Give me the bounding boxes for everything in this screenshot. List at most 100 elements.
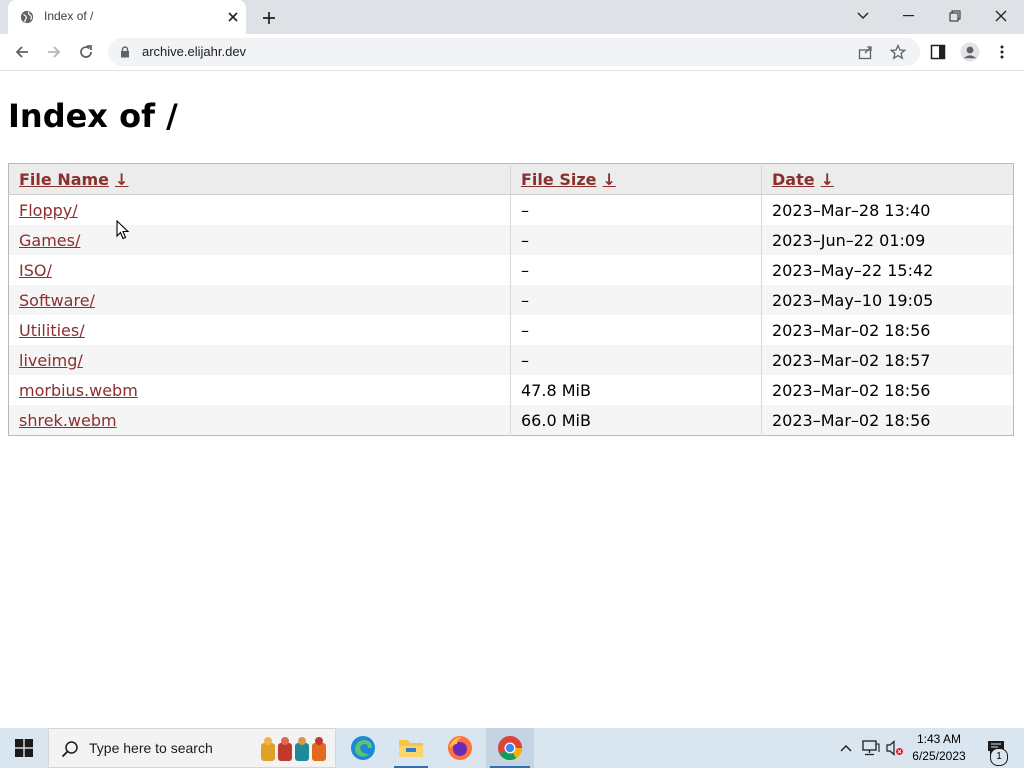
column-date-label: Date [772, 169, 815, 189]
edge-icon [351, 736, 375, 760]
mouse-cursor-icon [116, 220, 130, 240]
file-date: 2023–Mar–02 18:56 [761, 405, 1014, 436]
avatar-icon [960, 42, 980, 62]
share-button[interactable] [856, 42, 876, 62]
globe-icon [20, 10, 34, 24]
taskbar-clock[interactable]: 1:43 AM 6/25/2023 [906, 731, 972, 765]
minimize-button[interactable] [886, 0, 932, 32]
page-title: Index of / [8, 97, 178, 135]
restore-button[interactable] [932, 0, 978, 32]
search-icon [61, 741, 78, 758]
table-row: Software/ – 2023–May–10 19:05 [8, 285, 1014, 315]
taskbar-edge[interactable] [340, 728, 386, 768]
file-date: 2023–Mar–02 18:57 [761, 345, 1014, 375]
sort-by-size-link[interactable]: File Size ↓ [521, 170, 616, 189]
sort-arrow-icon: ↓ [602, 169, 616, 189]
minimize-icon [903, 15, 914, 17]
show-hidden-icons-button[interactable] [836, 728, 856, 768]
taskbar-search-box[interactable]: Type here to search [48, 728, 336, 768]
file-link[interactable]: morbius.webm [19, 381, 138, 400]
table-row: ISO/ – 2023–May–22 15:42 [9, 255, 1014, 285]
file-date: 2023–Jun–22 01:09 [761, 225, 1014, 255]
volume-muted-icon [886, 740, 903, 756]
side-panel-button[interactable] [926, 40, 950, 64]
column-name-label: File Name [19, 169, 110, 189]
file-date: 2023–May–22 15:42 [761, 255, 1014, 285]
column-header-size: File Size ↓ [510, 163, 762, 195]
file-link[interactable]: liveimg/ [19, 351, 83, 370]
taskbar-file-explorer[interactable] [388, 728, 434, 768]
table-row: shrek.webm 66.0 MiB 2023–Mar–02 18:56 [8, 405, 1014, 436]
restore-icon [949, 10, 961, 22]
people-widget-icon[interactable] [259, 735, 333, 763]
sort-arrow-icon: ↓ [820, 169, 834, 189]
browser-toolbar: archive.elijahr.dev [0, 34, 1024, 71]
windows-logo-icon [15, 739, 33, 757]
firefox-icon [448, 736, 472, 760]
column-size-label: File Size [521, 169, 597, 189]
search-placeholder: Type here to search [89, 740, 213, 756]
file-size: – [510, 285, 762, 315]
sort-arrow-icon: ↓ [115, 169, 129, 189]
taskbar: Type here to search 1:43 AM 6/25/2023 1 [0, 728, 1024, 768]
close-window-button[interactable] [978, 0, 1024, 32]
arrow-left-icon [15, 46, 28, 58]
tab-close-icon[interactable] [224, 8, 242, 26]
taskbar-firefox[interactable] [437, 728, 483, 768]
table-header-row: File Name ↓ File Size ↓ Date ↓ [8, 163, 1014, 195]
notification-count-badge: 1 [990, 748, 1008, 766]
sort-by-name-link[interactable]: File Name ↓ [19, 170, 128, 189]
page-content: Index of / File Name ↓ File Size ↓ Date ↓ F… [0, 71, 1024, 728]
clock-time: 1:43 AM [916, 732, 962, 746]
browser-tab[interactable]: Index of / [8, 0, 246, 34]
tab-strip: Index of / [0, 0, 1024, 34]
bookmark-button[interactable] [888, 42, 908, 62]
new-tab-icon[interactable] [259, 8, 279, 28]
chrome-icon [498, 736, 522, 761]
file-link[interactable]: shrek.webm [19, 411, 117, 430]
clock-date: 6/25/2023 [912, 749, 966, 763]
address-bar[interactable]: archive.elijahr.dev [108, 38, 920, 66]
start-button[interactable] [0, 728, 48, 768]
file-link[interactable]: Software/ [19, 291, 95, 310]
arrow-right-icon [48, 46, 61, 58]
menu-button[interactable] [990, 40, 1014, 64]
table-row: Floppy/ – 2023–Mar–28 13:40 [9, 194, 1014, 225]
tab-title: Index of / [44, 9, 94, 23]
volume-button[interactable] [884, 728, 906, 768]
back-button[interactable] [10, 40, 34, 64]
url-text[interactable]: archive.elijahr.dev [142, 44, 246, 59]
file-link[interactable]: Floppy/ [19, 201, 78, 220]
tab-search-button[interactable] [840, 0, 886, 32]
side-panel-icon [930, 44, 946, 60]
file-date: 2023–Mar–02 18:56 [761, 375, 1014, 405]
column-header-date: Date ↓ [761, 163, 1014, 195]
network-button[interactable] [860, 728, 882, 768]
close-icon [995, 10, 1007, 22]
file-size: – [510, 255, 762, 285]
file-link[interactable]: ISO/ [19, 261, 52, 280]
file-size: – [510, 194, 762, 225]
table-row: liveimg/ – 2023–Mar–02 18:57 [8, 345, 1014, 375]
file-date: 2023–Mar–02 18:56 [761, 315, 1014, 345]
taskbar-chrome[interactable] [486, 728, 534, 768]
file-size: – [510, 225, 762, 255]
star-icon [890, 44, 906, 60]
file-size: – [510, 315, 762, 345]
reload-button[interactable] [74, 40, 98, 64]
profile-button[interactable] [958, 40, 982, 64]
file-link[interactable]: Utilities/ [19, 321, 85, 340]
chevron-down-icon [857, 12, 869, 19]
forward-button[interactable] [42, 40, 66, 64]
file-size: – [510, 345, 762, 375]
file-link[interactable]: Games/ [19, 231, 80, 250]
table-row: morbius.webm 47.8 MiB 2023–Mar–02 18:56 [9, 375, 1014, 405]
notification-center-button[interactable]: 1 [978, 728, 1014, 768]
file-size: 47.8 MiB [510, 375, 762, 405]
sort-by-date-link[interactable]: Date ↓ [772, 170, 834, 189]
table-row: Games/ – 2023–Jun–22 01:09 [8, 225, 1014, 255]
file-explorer-icon [399, 740, 423, 757]
file-listing-table: File Name ↓ File Size ↓ Date ↓ Floppy/ – 20… [8, 163, 1014, 436]
more-vertical-icon [1000, 45, 1004, 59]
lock-icon[interactable] [120, 46, 130, 58]
